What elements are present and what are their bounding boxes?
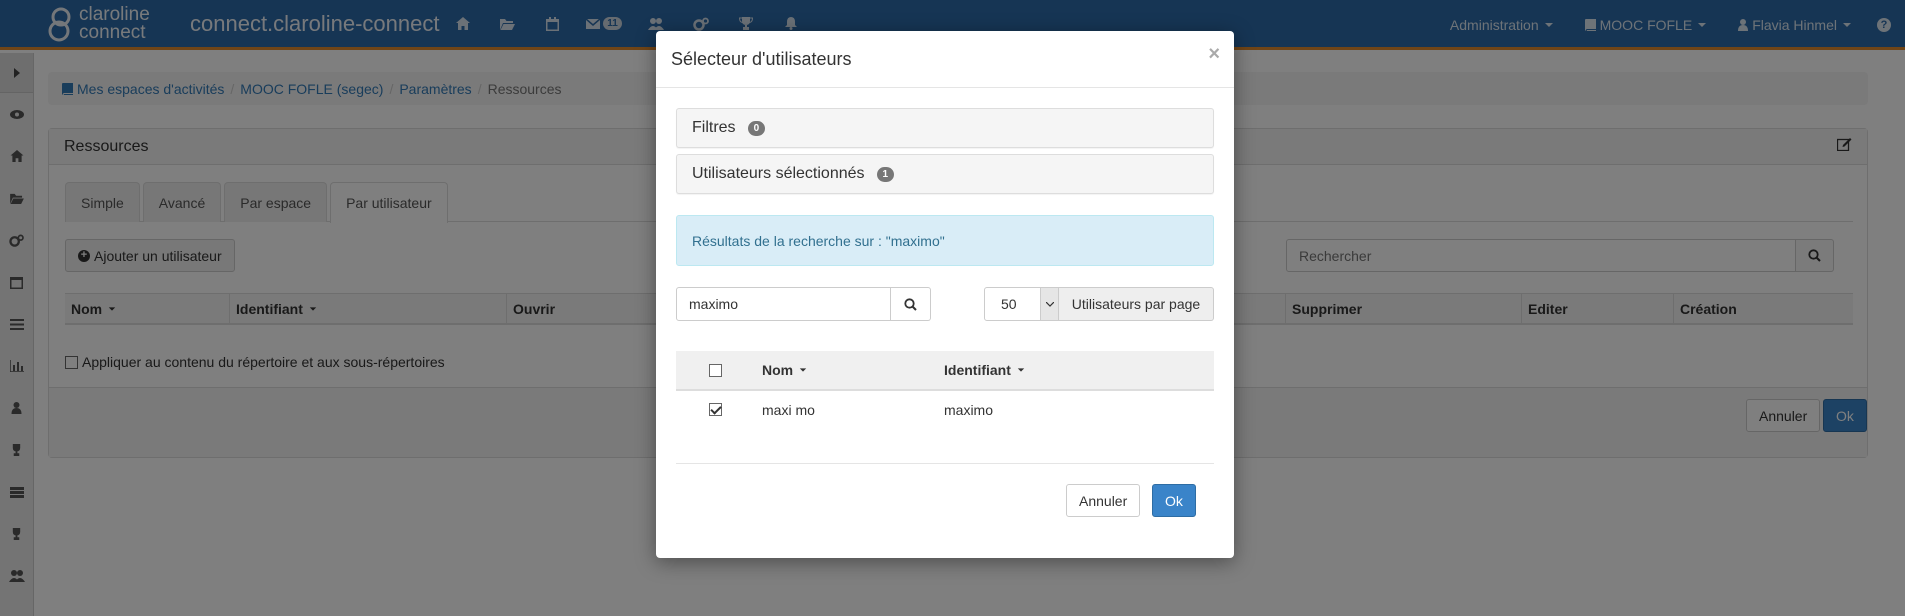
modal-search: [676, 287, 931, 321]
filters-accordion[interactable]: Filtres 0: [676, 108, 1214, 148]
selected-users-badge: 1: [876, 166, 895, 182]
sort-icon: [799, 368, 807, 372]
users-table-header: Nom Identifiant: [676, 351, 1214, 391]
row-checkbox[interactable]: [709, 403, 722, 416]
filters-label: Filtres: [692, 119, 736, 136]
modal-title: Sélecteur d'utilisateurs: [671, 48, 852, 69]
users-table: Nom Identifiant maxi mo maximo: [676, 351, 1214, 429]
search-icon: [904, 297, 917, 311]
user-picker-modal: Sélecteur d'utilisateurs × Filtres 0 Uti…: [656, 31, 1234, 558]
selected-users-label: Utilisateurs sélectionnés: [692, 165, 865, 182]
search-results-alert: Résultats de la recherche sur : "maximo": [676, 215, 1214, 266]
row-name: maxi mo: [762, 401, 815, 418]
per-page-label: Utilisateurs par page: [1059, 287, 1214, 321]
user-search-button[interactable]: [891, 287, 931, 321]
user-search-input[interactable]: [676, 287, 891, 321]
selected-users-accordion[interactable]: Utilisateurs sélectionnés 1: [676, 154, 1214, 194]
select-all-checkbox[interactable]: [709, 363, 722, 377]
modal-cancel-button[interactable]: Annuler: [1066, 484, 1141, 517]
col-name-label: Nom: [762, 362, 794, 378]
modal-ok-button[interactable]: Ok: [1152, 484, 1196, 517]
filters-badge: 0: [747, 120, 766, 136]
col-username[interactable]: Identifiant: [944, 351, 1025, 389]
table-row[interactable]: maxi mo maximo: [676, 391, 1214, 429]
col-name[interactable]: Nom: [762, 351, 807, 389]
chevron-down-icon: [1040, 288, 1058, 320]
per-page-select[interactable]: 50: [984, 287, 1059, 321]
sort-icon: [1017, 368, 1025, 372]
row-username: maximo: [944, 401, 994, 418]
col-username-label: Identifiant: [944, 362, 1011, 378]
per-page-control: 50 Utilisateurs par page: [984, 287, 1214, 321]
modal-footer: Annuler Ok: [676, 463, 1214, 558]
per-page-value: 50: [1001, 296, 1017, 312]
close-icon[interactable]: ×: [1208, 43, 1220, 66]
